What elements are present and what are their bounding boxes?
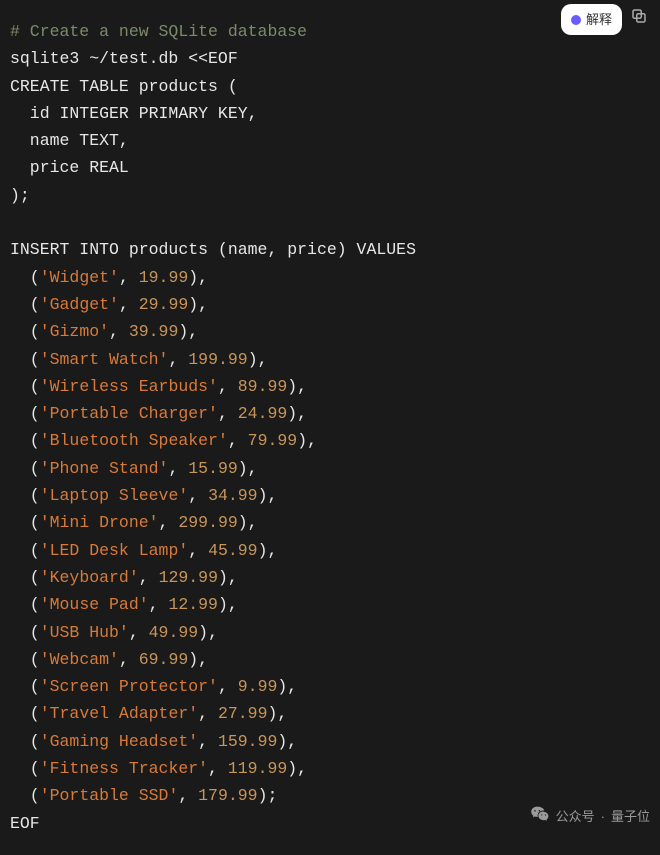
dot-icon [571, 15, 581, 25]
copy-icon[interactable] [630, 7, 648, 34]
explain-button[interactable]: 解释 [561, 4, 622, 35]
code-block: # Create a new SQLite database sqlite3 ~… [0, 0, 660, 855]
code-content: # Create a new SQLite database sqlite3 ~… [10, 18, 650, 837]
explain-label: 解释 [586, 6, 612, 33]
toolbar: 解释 [561, 0, 660, 35]
